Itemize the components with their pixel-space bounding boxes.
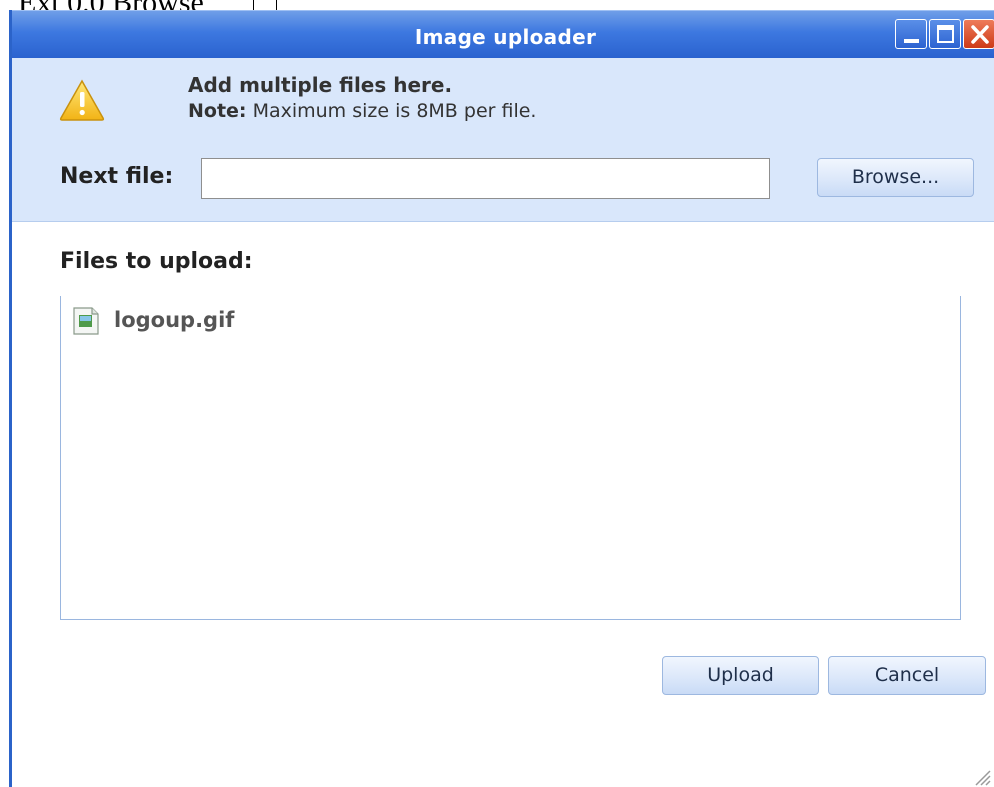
upload-button[interactable]: Upload bbox=[662, 656, 819, 695]
message-note: Note: Maximum size is 8MB per file. bbox=[188, 100, 536, 122]
files-list[interactable]: logoup.gif bbox=[60, 296, 961, 620]
file-name: logoup.gif bbox=[114, 308, 235, 332]
close-button[interactable] bbox=[963, 19, 994, 49]
files-to-upload-label: Files to upload: bbox=[60, 249, 253, 274]
close-icon bbox=[971, 25, 989, 44]
window-titlebar[interactable]: Image uploader bbox=[12, 10, 994, 58]
warning-icon bbox=[59, 79, 105, 121]
cancel-button[interactable]: Cancel bbox=[828, 656, 986, 695]
maximize-icon bbox=[937, 25, 954, 43]
next-file-input[interactable] bbox=[201, 158, 770, 199]
browse-button[interactable]: Browse... bbox=[817, 158, 974, 197]
background-divider bbox=[276, 0, 277, 10]
image-file-icon bbox=[73, 307, 99, 335]
next-file-label: Next file: bbox=[60, 164, 174, 189]
maximize-button[interactable] bbox=[929, 19, 961, 49]
note-text: Maximum size is 8MB per file. bbox=[246, 100, 537, 122]
image-uploader-window: Image uploader Add multiple files here. … bbox=[9, 10, 994, 787]
message-title: Add multiple files here. bbox=[188, 73, 453, 97]
upload-options-panel: Add multiple files here. Note: Maximum s… bbox=[12, 58, 994, 222]
minimize-icon bbox=[904, 39, 919, 43]
resize-grip-icon[interactable] bbox=[970, 765, 992, 787]
note-label: Note: bbox=[188, 100, 247, 122]
minimize-button[interactable] bbox=[895, 19, 927, 49]
background-divider bbox=[253, 0, 254, 10]
window-title: Image uploader bbox=[414, 25, 597, 49]
